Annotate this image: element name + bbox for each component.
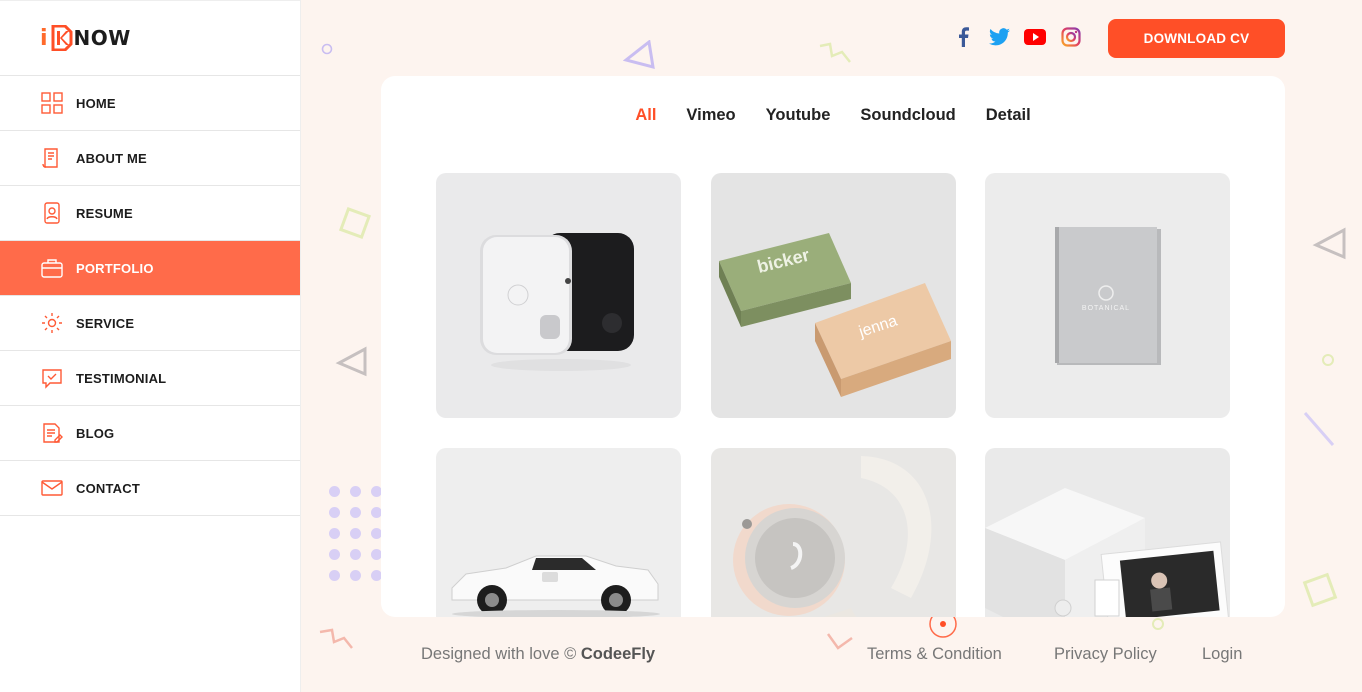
nav-item-about[interactable]: ABOUT ME (0, 131, 300, 186)
facebook-icon[interactable] (952, 26, 974, 48)
filter-soundcloud[interactable]: Soundcloud (860, 106, 955, 125)
nav-item-home[interactable]: HOME (0, 76, 300, 131)
nav-label: ABOUT ME (76, 150, 147, 166)
book-image[interactable]: BOTANICAL (985, 173, 1230, 418)
download-cv-button[interactable]: DOWNLOAD CV (1108, 19, 1285, 58)
footer-privacy-link[interactable]: Privacy Policy (1054, 645, 1157, 664)
instagram-icon[interactable] (1060, 26, 1082, 48)
nav-label: CONTACT (76, 480, 140, 496)
portfolio-filters: All Vimeo Youtube Soundcloud Detail (381, 106, 1285, 125)
nav-label: SERVICE (76, 315, 135, 331)
filter-detail[interactable]: Detail (986, 106, 1031, 125)
decor-circle (1321, 353, 1335, 372)
logo-word: NOW (73, 26, 131, 50)
edit-doc-icon (40, 422, 63, 445)
packaging-box-image[interactable] (985, 448, 1230, 617)
filter-vimeo[interactable]: Vimeo (686, 106, 735, 125)
decor-triangle (622, 39, 655, 75)
decor-zigzag (318, 628, 356, 657)
nav-label: BLOG (76, 425, 115, 441)
logo-prefix: i (40, 25, 48, 51)
decor-check (826, 632, 854, 657)
filter-all[interactable]: All (635, 106, 656, 125)
youtube-icon[interactable] (1024, 26, 1046, 48)
social-links (952, 26, 1082, 48)
mail-icon (40, 477, 63, 500)
nav-item-resume[interactable]: RESUME (0, 186, 300, 241)
brand-logo[interactable]: i NOW (0, 1, 300, 76)
nav-label: RESUME (76, 205, 133, 221)
decor-dot-grid (329, 486, 382, 581)
resume-doc-icon (40, 147, 63, 170)
business-cards-image[interactable]: bicker jenna (711, 173, 956, 418)
footer-designed-text: Designed with love © (421, 645, 577, 663)
gear-icon (40, 312, 63, 335)
twitter-icon[interactable] (988, 26, 1010, 48)
decor-circle (321, 42, 333, 60)
nav-label: TESTIMONIAL (76, 370, 167, 386)
portfolio-panel: All Vimeo Youtube Soundcloud Detail bick… (381, 76, 1285, 617)
nav-item-service[interactable]: SERVICE (0, 296, 300, 351)
sidebar: i NOW HOME ABOUT ME RESUME PORTFOLIO SER… (0, 0, 301, 692)
decor-triangle (335, 346, 369, 383)
footer-author[interactable]: CodeeFly (581, 645, 655, 663)
decor-square (1300, 570, 1340, 615)
decor-circle (1151, 617, 1165, 636)
nav-label: HOME (76, 95, 116, 111)
nav-item-testimonial[interactable]: TESTIMONIAL (0, 351, 300, 406)
briefcase-icon (40, 257, 63, 280)
decor-line (1302, 410, 1336, 453)
nav-item-contact[interactable]: CONTACT (0, 461, 300, 516)
chat-check-icon (40, 367, 63, 390)
grid-icon (40, 92, 63, 115)
decor-square (337, 205, 373, 246)
sports-car-image[interactable] (436, 448, 681, 617)
book-title: BOTANICAL (1082, 305, 1130, 312)
footer-terms-link[interactable]: Terms & Condition (867, 645, 1002, 664)
contact-card-icon (40, 202, 63, 225)
logo-k-icon (49, 24, 73, 52)
smartwatch-image[interactable] (711, 448, 956, 617)
decor-zigzag (818, 42, 854, 69)
footer-login-link[interactable]: Login (1202, 645, 1242, 664)
nav-item-blog[interactable]: BLOG (0, 406, 300, 461)
speaker-device-image[interactable] (436, 173, 681, 418)
decor-triangle (1311, 226, 1349, 267)
footer-credit: Designed with love © CodeeFly (421, 645, 655, 664)
nav-item-portfolio[interactable]: PORTFOLIO (0, 241, 300, 296)
filter-youtube[interactable]: Youtube (766, 106, 831, 125)
logo-mark: i NOW (40, 24, 131, 52)
nav-label: PORTFOLIO (76, 260, 154, 276)
